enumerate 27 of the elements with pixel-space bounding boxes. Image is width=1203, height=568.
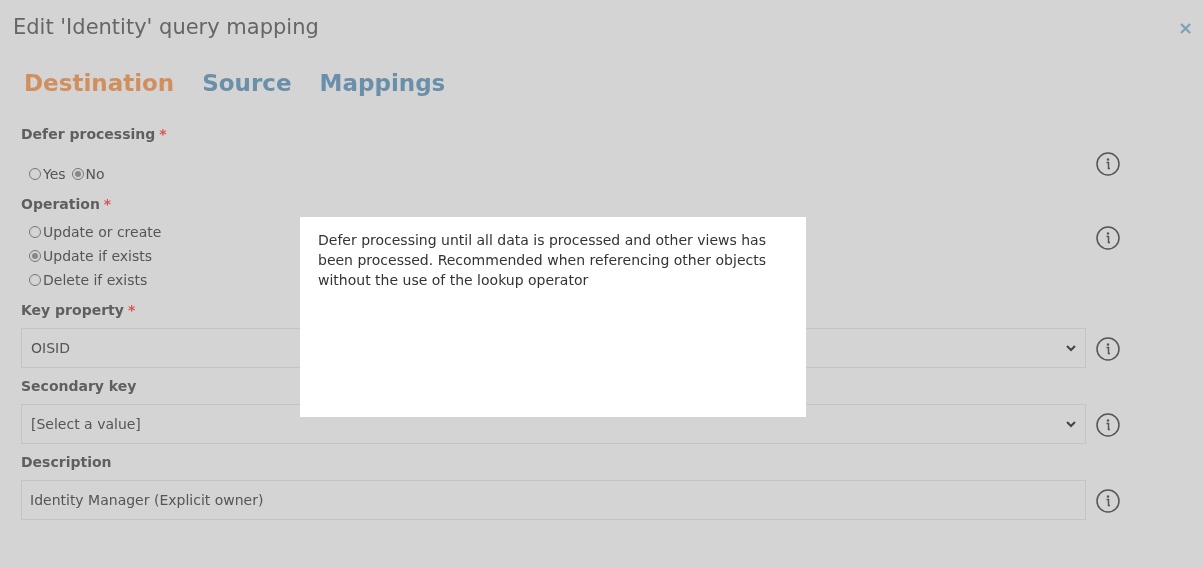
field-label: Defer processing [21,124,156,144]
radio-label: Update or create [43,222,162,242]
tab[interactable]: Mappings [319,65,446,100]
close-button[interactable]: × [1177,18,1193,37]
info-icon[interactable] [1096,489,1120,513]
field-label: Operation [21,194,100,214]
info-icon[interactable] [1096,337,1120,361]
required-mark: * [103,194,112,214]
field-label: Secondary key [21,376,137,396]
info-icon[interactable] [1096,226,1120,250]
required-mark: * [127,300,136,320]
required-mark: * [159,124,167,144]
input-field[interactable]: Identity Manager (Explicit owner) [21,480,1086,520]
tooltip: Defer processing until all data is processed and other views has been processed. Recommended when referencing other objects without the use of the lookup operator [300,217,806,417]
tab[interactable]: Source [202,65,292,100]
radio-label: Delete if exists [43,270,148,290]
tab[interactable]: Destination [24,65,175,100]
radio-label: Yes [43,164,66,184]
dialog-title: Edit 'Identity' query mapping [13,14,319,41]
field-label: Description [21,452,112,472]
info-icon[interactable] [1096,413,1120,437]
chevron-down-icon [1066,420,1076,428]
chevron-down-icon [1066,344,1076,352]
radio-label: Update if exists [43,246,153,266]
info-icon[interactable] [1096,152,1120,176]
field-label: Key property [21,300,124,320]
radio-label: No [85,164,105,184]
